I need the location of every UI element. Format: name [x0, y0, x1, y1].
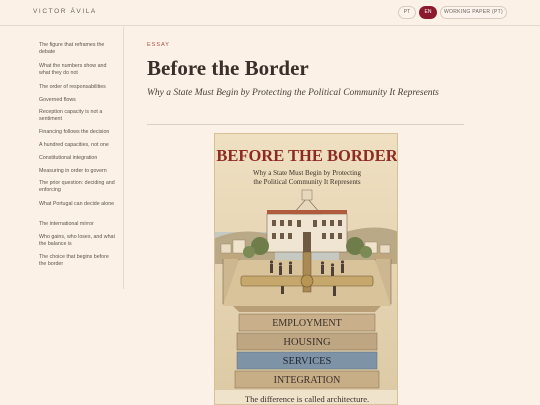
toc-item[interactable]: Who gains, who loses, and what the balan… — [39, 234, 117, 248]
band-housing: HOUSING — [283, 337, 331, 348]
band-services: SERVICES — [283, 356, 332, 367]
toc-item[interactable]: The prior question: deciding and enforci… — [39, 180, 117, 194]
band-employment: EMPLOYMENT — [272, 318, 341, 329]
poster-subtitle-line2: the Political Community It Represents — [253, 178, 361, 186]
table-of-contents: The figure that reframes the debate What… — [0, 27, 124, 289]
language-en-button[interactable]: EN — [419, 6, 437, 19]
toc-item[interactable]: A hundred capacities, not one — [39, 142, 117, 149]
language-pt-button[interactable]: PT — [398, 6, 416, 19]
toc-item[interactable]: The order of responsabilities — [39, 84, 117, 91]
toc-item[interactable]: Constitutional integration — [39, 155, 117, 162]
toc-item[interactable]: Financing follows the decision — [39, 129, 117, 136]
site-brand[interactable]: VICTOR ÁVILA — [33, 8, 97, 15]
divider — [147, 124, 464, 125]
poster-title: BEFORE THE BORDER — [216, 146, 398, 165]
poster-footer: The difference is called architecture. — [245, 394, 369, 404]
cover-illustration-art: BEFORE THE BORDER Why a State Must Begin… — [215, 134, 398, 404]
toc-item[interactable]: Governed flows — [39, 97, 117, 104]
article-title: Before the Border — [147, 56, 309, 80]
toc-item[interactable]: The figure that reframes the debate — [39, 42, 117, 56]
toc-item[interactable]: What Portugal can decide alone — [39, 201, 117, 208]
top-bar: VICTOR ÁVILA PT EN WORKING PAPER (PT) — [0, 0, 540, 26]
toc-item[interactable]: Measuring in order to govern — [39, 168, 117, 175]
toc-item[interactable]: The international mirror — [39, 221, 117, 228]
article-kicker: ESSAY — [147, 42, 170, 48]
band-integration: INTEGRATION — [274, 375, 341, 386]
article-subtitle: Why a State Must Begin by Protecting the… — [147, 88, 439, 98]
working-paper-button[interactable]: WORKING PAPER (PT) — [440, 6, 507, 19]
cover-illustration: BEFORE THE BORDER Why a State Must Begin… — [214, 133, 398, 405]
poster-subtitle-line1: Why a State Must Begin by Protecting — [253, 169, 362, 177]
toc-item[interactable]: The choice that begins before the border — [39, 254, 117, 268]
toc-item[interactable]: Reception capacity is not a sentiment — [39, 109, 117, 123]
toc-item[interactable]: What the numbers show and what they do n… — [39, 63, 117, 77]
